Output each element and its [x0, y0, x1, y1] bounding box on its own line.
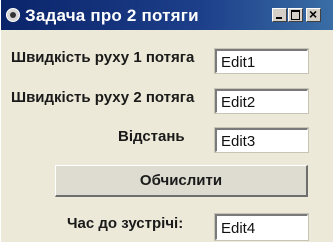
close-icon[interactable]: [306, 6, 321, 22]
title-bar[interactable]: Задача про 2 потяги: [1, 0, 333, 30]
window-title: Задача про 2 потяги: [25, 6, 199, 25]
speed1-input[interactable]: [214, 48, 309, 74]
calculate-button[interactable]: Обчислити: [55, 165, 308, 197]
maximize-icon[interactable]: [288, 8, 303, 22]
time-output[interactable]: [214, 213, 309, 241]
distance-input[interactable]: [214, 127, 309, 153]
app-window: Задача про 2 потяги Швидкість руху 1 пот…: [0, 0, 333, 242]
speed1-label: Швидкість руху 1 потяга: [11, 49, 195, 66]
time-label: Час до зустрічі:: [67, 215, 184, 232]
app-icon[interactable]: [6, 8, 20, 22]
distance-label: Відстань: [118, 128, 185, 145]
speed2-input[interactable]: [214, 88, 309, 114]
minimize-icon[interactable]: [272, 8, 287, 22]
speed2-label: Швидкість руху 2 потяга: [11, 89, 195, 106]
